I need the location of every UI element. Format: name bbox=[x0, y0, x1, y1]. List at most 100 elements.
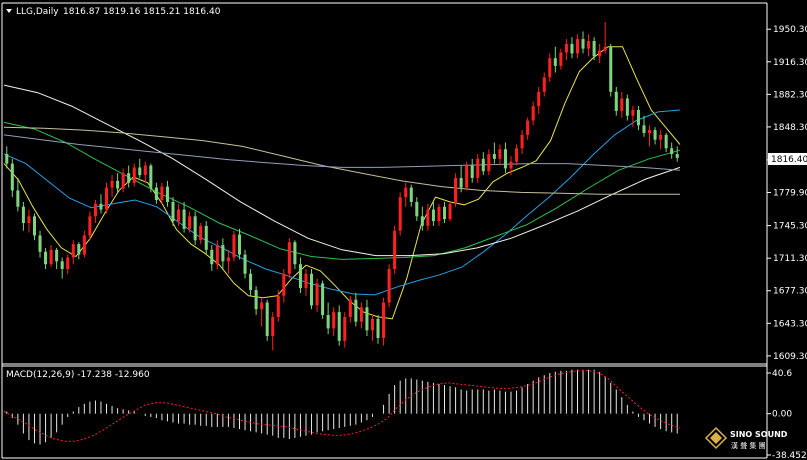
candle-body bbox=[387, 268, 391, 303]
candle-body bbox=[60, 261, 64, 269]
candle-body bbox=[376, 318, 380, 338]
price-tick-label: 1609.30 bbox=[773, 352, 807, 362]
candle-body bbox=[143, 165, 147, 176]
candle-body bbox=[332, 312, 336, 329]
candle-body bbox=[575, 39, 580, 54]
candle bbox=[609, 43, 613, 97]
candle-body bbox=[587, 40, 591, 49]
candle-body bbox=[16, 190, 20, 207]
candle-body bbox=[415, 201, 419, 217]
candle-body bbox=[171, 201, 175, 222]
price-tick-label: 1848.30 bbox=[773, 123, 807, 133]
candle-body bbox=[359, 307, 363, 322]
candle-body bbox=[254, 290, 258, 310]
candle-body bbox=[564, 43, 568, 53]
candle-body bbox=[409, 187, 413, 202]
candle-body bbox=[542, 77, 546, 92]
candle-body bbox=[337, 312, 341, 341]
candle bbox=[310, 268, 314, 310]
candle-body bbox=[32, 216, 36, 236]
price-tick-label: 1745.30 bbox=[773, 222, 807, 232]
candle-body bbox=[420, 216, 424, 226]
candle-body bbox=[226, 257, 230, 262]
candle-body bbox=[675, 154, 679, 158]
candle-body bbox=[93, 203, 97, 217]
candle-body bbox=[492, 154, 496, 159]
watermark-sub: 漢 聲 集 團 bbox=[731, 441, 766, 450]
candle-body bbox=[526, 120, 530, 135]
candle-body bbox=[310, 273, 314, 306]
candle-body bbox=[99, 203, 103, 210]
candle-body bbox=[116, 180, 120, 189]
candle-body bbox=[271, 316, 275, 337]
candle-body bbox=[470, 165, 474, 178]
candle-body bbox=[620, 98, 624, 111]
chart-background bbox=[0, 0, 807, 460]
candle-body bbox=[481, 158, 485, 172]
candle bbox=[448, 201, 452, 222]
candle-body bbox=[498, 149, 502, 159]
candle-body bbox=[642, 125, 646, 133]
candle-body bbox=[503, 149, 507, 169]
candle-body bbox=[598, 50, 602, 57]
candle-body bbox=[77, 244, 81, 255]
watermark-brand: SINO SOUND bbox=[730, 430, 788, 439]
candle bbox=[387, 264, 391, 308]
candle-body bbox=[404, 187, 408, 198]
candle-body bbox=[431, 209, 435, 222]
candle-body bbox=[664, 134, 668, 149]
price-tick-label: 1882.30 bbox=[773, 90, 807, 100]
candle-body bbox=[365, 307, 369, 331]
candle-body bbox=[104, 187, 109, 210]
macd-tick-label: -38.452 bbox=[772, 451, 807, 460]
candle-body bbox=[398, 197, 402, 231]
candle-body bbox=[670, 148, 674, 155]
candle bbox=[232, 230, 236, 262]
candle-body bbox=[182, 209, 186, 229]
candle-body bbox=[138, 167, 142, 176]
candle-body bbox=[71, 244, 75, 258]
candle-body bbox=[442, 206, 447, 220]
candle-body bbox=[636, 109, 640, 126]
candle-body bbox=[5, 154, 9, 164]
candle-body bbox=[10, 163, 14, 191]
candle-body bbox=[276, 295, 280, 317]
candle-body bbox=[343, 316, 347, 341]
candle bbox=[398, 192, 402, 236]
candle bbox=[193, 211, 197, 246]
candle-body bbox=[614, 91, 618, 111]
candle-body bbox=[38, 235, 42, 252]
candle-body bbox=[354, 299, 358, 322]
candle-body bbox=[154, 187, 158, 201]
candle bbox=[393, 225, 397, 274]
candle-body bbox=[653, 130, 657, 140]
price-tick-label: 1916.30 bbox=[773, 58, 807, 68]
price-tick-label: 1950.30 bbox=[773, 25, 807, 35]
candle bbox=[465, 161, 469, 191]
candle-body bbox=[243, 254, 247, 274]
candle-body bbox=[110, 180, 114, 188]
candle-body bbox=[659, 134, 663, 140]
candle-body bbox=[177, 209, 181, 222]
price-tick-label: 1779.90 bbox=[773, 188, 807, 198]
candle bbox=[321, 280, 325, 319]
candle-body bbox=[515, 148, 519, 162]
candle-body bbox=[448, 203, 452, 220]
macd-tick-label: 40.6 bbox=[772, 369, 792, 379]
candle-body bbox=[631, 109, 635, 116]
candle-body bbox=[282, 273, 286, 296]
chart-window: 1950.301916.301882.301848.301813.901779.… bbox=[0, 0, 807, 460]
macd-tick-label: 0.00 bbox=[772, 410, 792, 420]
current-price-value: 1816.40 bbox=[771, 155, 807, 165]
candle bbox=[287, 238, 291, 279]
candle-body bbox=[315, 283, 319, 306]
candle-body bbox=[193, 216, 197, 241]
candle-body bbox=[21, 206, 25, 224]
candle-body bbox=[548, 58, 552, 78]
candle-body bbox=[232, 234, 236, 258]
candle-body bbox=[459, 177, 463, 188]
candle-body bbox=[287, 242, 291, 274]
candle-body bbox=[487, 154, 491, 172]
candle-body bbox=[44, 251, 48, 265]
candle-body bbox=[237, 234, 242, 255]
